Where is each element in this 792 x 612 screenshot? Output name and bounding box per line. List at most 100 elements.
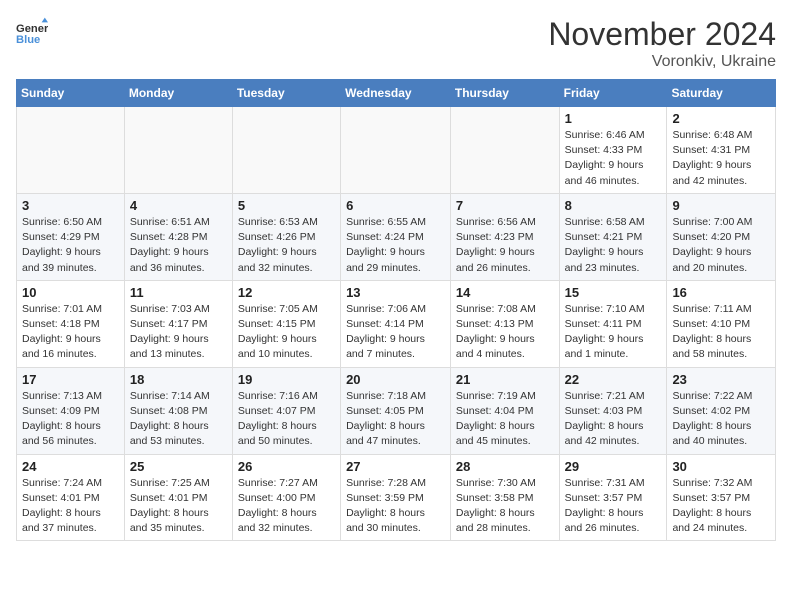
- location-title: Voronkiv, Ukraine: [548, 53, 776, 71]
- day-info: Sunrise: 7:25 AM Sunset: 4:01 PM Dayligh…: [130, 476, 227, 537]
- day-number: 22: [565, 372, 662, 387]
- day-number: 11: [130, 285, 227, 300]
- day-number: 23: [672, 372, 770, 387]
- calendar-cell: 9 Sunrise: 7:00 AM Sunset: 4:20 PM Daylig…: [667, 193, 776, 280]
- calendar-day-header: Wednesday: [341, 80, 451, 107]
- day-number: 18: [130, 372, 227, 387]
- title-block: November 2024 Voronkiv, Ukraine: [548, 16, 776, 71]
- calendar-cell: [124, 107, 232, 194]
- calendar-cell: 29Sunrise: 7:31 AM Sunset: 3:57 PM Dayli…: [559, 454, 667, 541]
- calendar-cell: 13 Sunrise: 7:06 AM Sunset: 4:14 PM Dayli…: [341, 280, 451, 367]
- day-info: Sunrise: 6:56 AM Sunset: 4:23 PM Dayligh…: [456, 215, 554, 276]
- day-number: 5: [238, 198, 335, 213]
- logo: General Blue: [16, 16, 48, 48]
- day-info: Sunrise: 6:53 AM Sunset: 4:26 PM Dayligh…: [238, 215, 335, 276]
- day-number: 13: [346, 285, 445, 300]
- day-info: Sunrise: 6:46 AM Sunset: 4:33 PM Dayligh…: [565, 128, 662, 189]
- calendar-cell: 18 Sunrise: 7:14 AM Sunset: 4:08 PM Dayli…: [124, 367, 232, 454]
- calendar-body: 1 Sunrise: 6:46 AM Sunset: 4:33 PM Daylig…: [17, 107, 776, 541]
- day-info: Sunrise: 7:24 AM Sunset: 4:01 PM Dayligh…: [22, 476, 119, 537]
- day-number: 10: [22, 285, 119, 300]
- calendar-cell: [17, 107, 125, 194]
- calendar-header-row: SundayMondayTuesdayWednesdayThursdayFrid…: [17, 80, 776, 107]
- calendar-cell: 20 Sunrise: 7:18 AM Sunset: 4:05 PM Dayli…: [341, 367, 451, 454]
- day-number: 25: [130, 459, 227, 474]
- day-number: 1: [565, 111, 662, 126]
- calendar-week-row: 10 Sunrise: 7:01 AM Sunset: 4:18 PM Dayli…: [17, 280, 776, 367]
- day-info: Sunrise: 7:05 AM Sunset: 4:15 PM Dayligh…: [238, 302, 335, 363]
- month-title: November 2024: [548, 16, 776, 53]
- calendar-cell: 12 Sunrise: 7:05 AM Sunset: 4:15 PM Dayli…: [232, 280, 340, 367]
- calendar-cell: 5 Sunrise: 6:53 AM Sunset: 4:26 PM Daylig…: [232, 193, 340, 280]
- day-number: 24: [22, 459, 119, 474]
- calendar-cell: [232, 107, 340, 194]
- day-info: Sunrise: 6:50 AM Sunset: 4:29 PM Dayligh…: [22, 215, 119, 276]
- calendar-cell: 17Sunrise: 7:13 AM Sunset: 4:09 PM Dayli…: [17, 367, 125, 454]
- calendar-cell: 25 Sunrise: 7:25 AM Sunset: 4:01 PM Dayli…: [124, 454, 232, 541]
- day-number: 9: [672, 198, 770, 213]
- calendar-day-header: Thursday: [450, 80, 559, 107]
- calendar-week-row: 24 Sunrise: 7:24 AM Sunset: 4:01 PM Dayli…: [17, 454, 776, 541]
- day-number: 15: [565, 285, 662, 300]
- calendar-week-row: 17Sunrise: 7:13 AM Sunset: 4:09 PM Dayli…: [17, 367, 776, 454]
- day-info: Sunrise: 7:08 AM Sunset: 4:13 PM Dayligh…: [456, 302, 554, 363]
- calendar-cell: 11 Sunrise: 7:03 AM Sunset: 4:17 PM Dayli…: [124, 280, 232, 367]
- svg-text:Blue: Blue: [16, 34, 40, 46]
- calendar-cell: 26 Sunrise: 7:27 AM Sunset: 4:00 PM Dayli…: [232, 454, 340, 541]
- calendar-cell: [341, 107, 451, 194]
- calendar-cell: 24 Sunrise: 7:24 AM Sunset: 4:01 PM Dayli…: [17, 454, 125, 541]
- day-info: Sunrise: 7:03 AM Sunset: 4:17 PM Dayligh…: [130, 302, 227, 363]
- calendar-cell: 10 Sunrise: 7:01 AM Sunset: 4:18 PM Dayli…: [17, 280, 125, 367]
- calendar-cell: 21 Sunrise: 7:19 AM Sunset: 4:04 PM Dayli…: [450, 367, 559, 454]
- calendar-week-row: 1 Sunrise: 6:46 AM Sunset: 4:33 PM Daylig…: [17, 107, 776, 194]
- day-number: 7: [456, 198, 554, 213]
- calendar-cell: 27 Sunrise: 7:28 AM Sunset: 3:59 PM Dayli…: [341, 454, 451, 541]
- calendar-cell: 4Sunrise: 6:51 AM Sunset: 4:28 PM Daylig…: [124, 193, 232, 280]
- day-info: Sunrise: 7:18 AM Sunset: 4:05 PM Dayligh…: [346, 389, 445, 450]
- calendar-week-row: 3Sunrise: 6:50 AM Sunset: 4:29 PM Daylig…: [17, 193, 776, 280]
- day-info: Sunrise: 7:31 AM Sunset: 3:57 PM Dayligh…: [565, 476, 662, 537]
- calendar-cell: 6Sunrise: 6:55 AM Sunset: 4:24 PM Daylig…: [341, 193, 451, 280]
- day-info: Sunrise: 7:19 AM Sunset: 4:04 PM Dayligh…: [456, 389, 554, 450]
- calendar-day-header: Saturday: [667, 80, 776, 107]
- calendar-cell: 30Sunrise: 7:32 AM Sunset: 3:57 PM Dayli…: [667, 454, 776, 541]
- day-number: 19: [238, 372, 335, 387]
- calendar-cell: 19 Sunrise: 7:16 AM Sunset: 4:07 PM Dayli…: [232, 367, 340, 454]
- day-number: 26: [238, 459, 335, 474]
- page-header: General Blue November 2024 Voronkiv, Ukr…: [16, 16, 776, 71]
- day-info: Sunrise: 7:00 AM Sunset: 4:20 PM Dayligh…: [672, 215, 770, 276]
- day-number: 16: [672, 285, 770, 300]
- day-number: 21: [456, 372, 554, 387]
- calendar-day-header: Sunday: [17, 80, 125, 107]
- day-number: 20: [346, 372, 445, 387]
- calendar-cell: 16 Sunrise: 7:11 AM Sunset: 4:10 PM Dayli…: [667, 280, 776, 367]
- calendar-cell: 2Sunrise: 6:48 AM Sunset: 4:31 PM Daylig…: [667, 107, 776, 194]
- calendar-cell: 14 Sunrise: 7:08 AM Sunset: 4:13 PM Dayli…: [450, 280, 559, 367]
- day-info: Sunrise: 7:28 AM Sunset: 3:59 PM Dayligh…: [346, 476, 445, 537]
- day-info: Sunrise: 7:22 AM Sunset: 4:02 PM Dayligh…: [672, 389, 770, 450]
- day-number: 8: [565, 198, 662, 213]
- calendar-day-header: Monday: [124, 80, 232, 107]
- calendar-cell: [450, 107, 559, 194]
- day-number: 12: [238, 285, 335, 300]
- calendar-day-header: Tuesday: [232, 80, 340, 107]
- day-info: Sunrise: 7:11 AM Sunset: 4:10 PM Dayligh…: [672, 302, 770, 363]
- day-number: 14: [456, 285, 554, 300]
- day-info: Sunrise: 7:10 AM Sunset: 4:11 PM Dayligh…: [565, 302, 662, 363]
- day-info: Sunrise: 7:06 AM Sunset: 4:14 PM Dayligh…: [346, 302, 445, 363]
- day-info: Sunrise: 7:16 AM Sunset: 4:07 PM Dayligh…: [238, 389, 335, 450]
- day-info: Sunrise: 6:48 AM Sunset: 4:31 PM Dayligh…: [672, 128, 770, 189]
- day-info: Sunrise: 7:27 AM Sunset: 4:00 PM Dayligh…: [238, 476, 335, 537]
- calendar-cell: 1 Sunrise: 6:46 AM Sunset: 4:33 PM Daylig…: [559, 107, 667, 194]
- day-info: Sunrise: 7:32 AM Sunset: 3:57 PM Dayligh…: [672, 476, 770, 537]
- day-number: 27: [346, 459, 445, 474]
- day-info: Sunrise: 7:14 AM Sunset: 4:08 PM Dayligh…: [130, 389, 227, 450]
- calendar-table: SundayMondayTuesdayWednesdayThursdayFrid…: [16, 79, 776, 541]
- day-info: Sunrise: 6:55 AM Sunset: 4:24 PM Dayligh…: [346, 215, 445, 276]
- day-info: Sunrise: 7:21 AM Sunset: 4:03 PM Dayligh…: [565, 389, 662, 450]
- day-info: Sunrise: 7:30 AM Sunset: 3:58 PM Dayligh…: [456, 476, 554, 537]
- calendar-cell: 15 Sunrise: 7:10 AM Sunset: 4:11 PM Dayli…: [559, 280, 667, 367]
- day-info: Sunrise: 7:13 AM Sunset: 4:09 PM Dayligh…: [22, 389, 119, 450]
- calendar-cell: 3Sunrise: 6:50 AM Sunset: 4:29 PM Daylig…: [17, 193, 125, 280]
- day-info: Sunrise: 7:01 AM Sunset: 4:18 PM Dayligh…: [22, 302, 119, 363]
